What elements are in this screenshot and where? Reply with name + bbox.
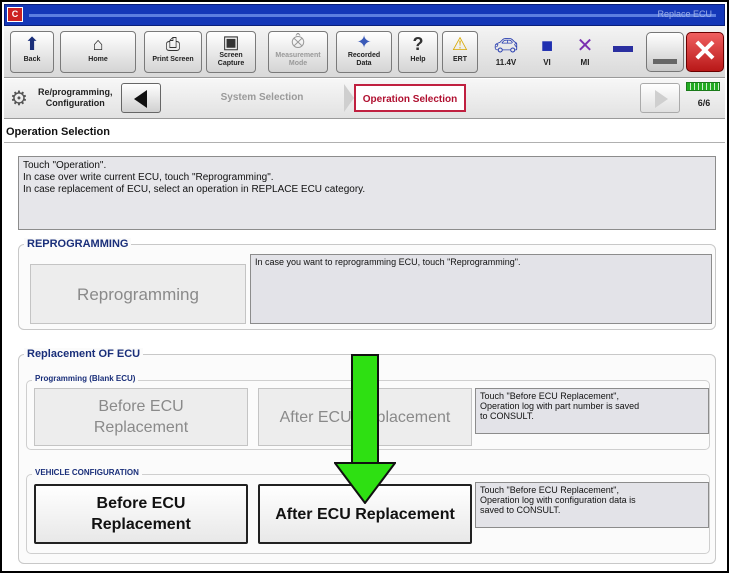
reprogramming-label-1: Re/programming,	[38, 87, 113, 97]
reprogramming-button-label: Reprogramming	[77, 284, 199, 304]
minimize-button[interactable]	[646, 32, 684, 72]
reprogramming-heading: REPROGRAMMING	[24, 238, 132, 250]
reprogramming-label-2: Configuration	[45, 98, 105, 108]
divider	[4, 142, 725, 143]
annotation-arrow-head	[334, 462, 396, 504]
blank-ecu-description: Touch "Before ECU Replacement", Operatio…	[475, 388, 709, 434]
progress-bar	[686, 82, 720, 91]
connection-status: ▬	[608, 34, 638, 58]
printer-icon: ⎙	[165, 34, 181, 54]
description-line: to CONSULT.	[480, 411, 534, 421]
description-line: Operation log with configuration data is	[480, 495, 636, 505]
battery-voltage-status: 🚗︎ 11.4V	[488, 34, 524, 67]
instruction-box: Touch "Operation". In case over write cu…	[18, 156, 716, 230]
description-line: Operation log with part number is saved	[480, 401, 640, 411]
close-icon: ✕	[692, 35, 718, 68]
blank-before-ecu-replacement-button[interactable]: Before ECU Replacement	[34, 388, 248, 446]
reprogramming-configuration-label: Re/programming, Configuration	[38, 87, 113, 109]
recorded-data-label-1: Recorded	[347, 52, 381, 59]
blank-before-label-1: Before ECU	[98, 398, 184, 415]
gauge-icon: ⨶	[290, 32, 305, 52]
help-button-label: Help	[410, 56, 426, 63]
annotation-arrow-shaft	[351, 354, 379, 464]
reprogramming-configuration-link[interactable]: ⚙ Re/programming, Configuration	[10, 82, 113, 116]
breadcrumb-system-selection[interactable]: System Selection	[172, 84, 354, 112]
help-icon: ?	[412, 34, 424, 54]
blank-before-label-2: Replacement	[93, 419, 189, 436]
back-arrow-icon: ⬆	[24, 34, 40, 54]
instruction-line: In case over write current ECU, touch "R…	[23, 172, 274, 183]
app-window: C Replace ECU ⬆ Back ⌂ Home ⎙ Print Scre…	[0, 0, 729, 573]
navigation-bar: ⚙ Re/programming, Configuration System S…	[4, 79, 725, 119]
mi-icon: ✕	[576, 35, 594, 57]
replacement-ecu-heading: Replacement OF ECU	[24, 348, 144, 360]
home-button[interactable]: ⌂ Home	[60, 31, 136, 73]
mi-label: MI	[580, 58, 590, 67]
screen-capture-label-1: Screen	[219, 52, 243, 59]
measurement-mode-label-2: Mode	[288, 60, 308, 67]
nav-next-button[interactable]	[640, 83, 680, 113]
vi-status: ■ VI	[532, 34, 562, 67]
vi-label: VI	[543, 58, 551, 67]
vehicle-before-label-1: Before ECU	[96, 495, 186, 512]
toolbar: ⬆ Back ⌂ Home ⎙ Print Screen ▣ Screen Ca…	[4, 26, 725, 78]
print-screen-label: Print Screen	[152, 56, 194, 63]
page-title: Operation Selection	[6, 126, 110, 138]
print-screen-button[interactable]: ⎙ Print Screen	[144, 31, 202, 73]
description-line: saved to CONSULT.	[480, 505, 561, 515]
instruction-line: Touch "Operation".	[23, 160, 107, 171]
recorded-data-icon: ✦	[356, 32, 372, 52]
screen-capture-label-2: Capture	[217, 60, 245, 67]
reprogramming-button[interactable]: Reprogramming	[30, 264, 246, 324]
instruction-line: In case replacement of ECU, select an op…	[23, 184, 366, 195]
vehicle-after-label: After ECU Replacement	[275, 505, 455, 523]
reprogramming-description: In case you want to reprogramming ECU, t…	[250, 254, 712, 324]
home-icon: ⌂	[92, 34, 104, 54]
car-icon: 🚗︎	[493, 35, 519, 57]
ert-button-label: ERT	[453, 56, 467, 63]
nav-back-button[interactable]	[121, 83, 161, 113]
window-title: Replace ECU	[657, 9, 712, 19]
close-button[interactable]: ✕	[686, 32, 724, 72]
back-button-label: Back	[23, 56, 41, 63]
breadcrumb-operation-selection: Operation Selection	[354, 84, 466, 112]
vehicle-configuration-description: Touch "Before ECU Replacement", Operatio…	[475, 482, 709, 528]
connector-icon: ▬	[613, 35, 633, 57]
app-icon: C	[7, 7, 23, 22]
mi-status: ✕ MI	[570, 34, 600, 67]
step-progress: 6/6	[686, 82, 722, 116]
camera-icon: ▣	[222, 32, 240, 52]
recorded-data-label-2: Data	[356, 60, 372, 67]
measurement-mode-label-1: Measurement	[275, 52, 321, 59]
measurement-mode-button[interactable]: ⨶ Measurement Mode	[268, 31, 328, 73]
vehicle-configuration-heading: VEHICLE CONFIGURATION	[32, 468, 142, 477]
recorded-data-button[interactable]: ✦ Recorded Data	[336, 31, 392, 73]
progress-count: 6/6	[697, 98, 711, 108]
vi-icon: ■	[540, 35, 554, 57]
title-bar-stripe	[29, 14, 716, 17]
description-line: Touch "Before ECU Replacement",	[480, 485, 619, 495]
help-button[interactable]: ? Help	[398, 31, 438, 73]
vehicle-before-label-2: Replacement	[91, 516, 191, 533]
vehicle-before-ecu-replacement-button[interactable]: Before ECU Replacement	[34, 484, 248, 544]
description-line: Touch "Before ECU Replacement",	[480, 391, 619, 401]
screen-capture-button[interactable]: ▣ Screen Capture	[206, 31, 256, 73]
wrench-gear-icon: ⚙	[10, 88, 28, 110]
warning-icon: ⚠	[451, 34, 469, 54]
voltage-label: 11.4V	[495, 58, 517, 67]
title-bar: C Replace ECU	[4, 4, 725, 26]
ert-button[interactable]: ⚠ ERT	[442, 31, 478, 73]
blank-ecu-heading: Programming (Blank ECU)	[32, 374, 139, 383]
back-button[interactable]: ⬆ Back	[10, 31, 54, 73]
home-button-label: Home	[88, 56, 108, 63]
